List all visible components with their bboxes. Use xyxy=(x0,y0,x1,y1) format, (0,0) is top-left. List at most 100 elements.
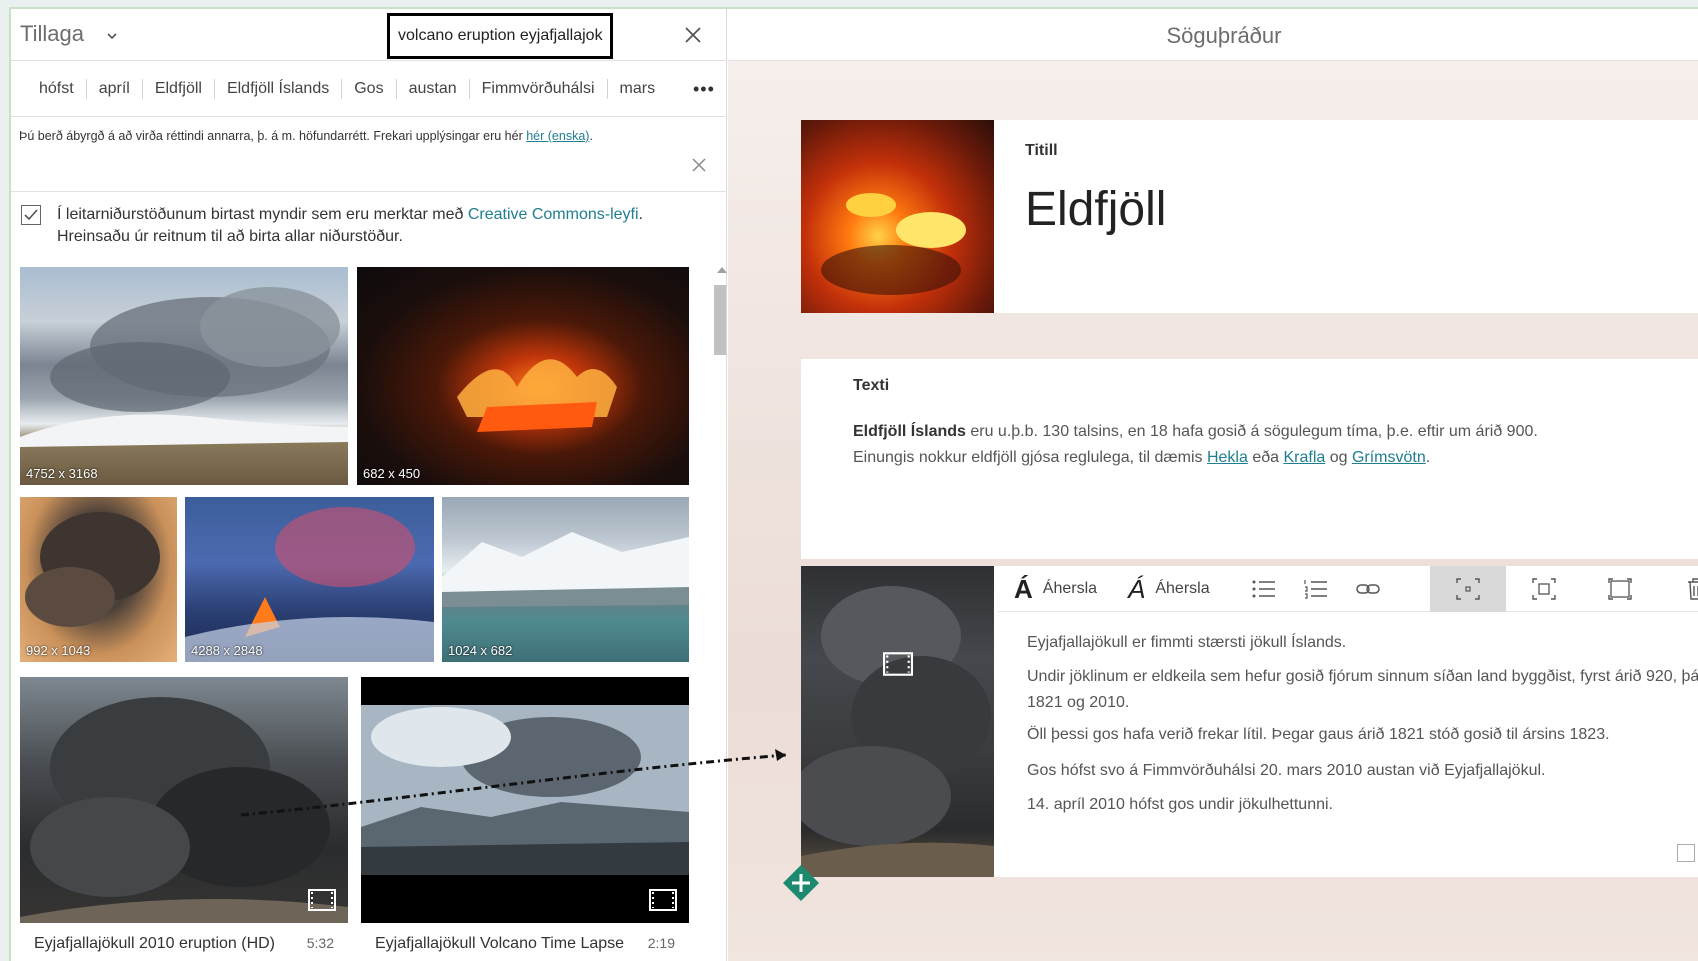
suggestion-header: Tillaga volcano eruption eyjafjallajok xyxy=(11,9,727,61)
video-caption: Eyjafjallajökull Volcano Time Lapse 2:19 xyxy=(361,923,689,961)
media-paragraph[interactable]: Öll þessi gos hafa verið frekar lítil. Þ… xyxy=(1027,722,1698,748)
emphasis-bold-button[interactable]: Á Áhersla xyxy=(1014,566,1097,612)
video-result[interactable]: Eyjafjallajökull Volcano Time Lapse 2:19 xyxy=(361,677,689,961)
image-dimensions: 1024 x 682 xyxy=(448,643,513,658)
focus-large-button[interactable] xyxy=(1582,566,1658,612)
text-line2: Einungis nokkur eldfjöll gjósa reglulega… xyxy=(853,449,1207,466)
tag-5[interactable]: austan xyxy=(397,79,470,99)
app-window: Tillaga volcano eruption eyjafjallajok h… xyxy=(9,7,1698,961)
link-grimsvotn[interactable]: Grímsvötn xyxy=(1352,449,1426,466)
storyline-header: Söguþráður xyxy=(728,9,1698,61)
video-icon xyxy=(649,889,677,911)
card-select-checkbox[interactable] xyxy=(1677,844,1695,862)
checkmark-icon xyxy=(24,209,38,221)
tag-0[interactable]: hófst xyxy=(19,79,87,99)
scrollbar-thumb[interactable] xyxy=(714,285,726,355)
tag-4[interactable]: Gos xyxy=(342,79,397,99)
title-card-label: Titill xyxy=(1025,142,1058,159)
focus-large-icon xyxy=(1608,578,1632,600)
text-mid2: og xyxy=(1325,449,1352,466)
storyline-title: Söguþráður xyxy=(1166,23,1282,48)
media-paragraph[interactable]: Eyjafjallajökull er fimmti stærsti jökul… xyxy=(1027,630,1698,656)
scrollbar[interactable] xyxy=(713,264,727,961)
image-dimensions: 992 x 1043 xyxy=(26,643,91,658)
focus-medium-button[interactable] xyxy=(1506,566,1582,612)
scroll-up-icon[interactable] xyxy=(717,267,727,273)
tag-6[interactable]: Fimmvörðuhálsi xyxy=(470,79,608,99)
tag-1[interactable]: apríl xyxy=(87,79,143,99)
video-title: Eyjafjallajökull Volcano Time Lapse xyxy=(375,935,625,952)
media-paragraph[interactable]: Gos hófst svo á Fimmvörðuhálsi 20. mars … xyxy=(1027,758,1698,784)
numbered-list-icon xyxy=(1304,580,1327,599)
media-card-image[interactable] xyxy=(791,566,994,877)
search-input[interactable]: volcano eruption eyjafjallajok xyxy=(387,13,613,59)
cc-text-1: Í leitarniðurstöðunum birtast myndir sem… xyxy=(57,206,468,223)
rights-notice: Þú berð ábyrgð á að virða réttindi annar… xyxy=(19,129,593,143)
chevron-down-icon[interactable] xyxy=(107,31,117,41)
text-mid1: eða xyxy=(1247,449,1284,466)
image-result[interactable]: 992 x 1043 xyxy=(20,497,177,662)
link-hekla[interactable]: Hekla xyxy=(1207,449,1248,466)
focus-small-icon xyxy=(1456,578,1480,600)
creative-commons-text: Í leitarniðurstöðunum birtast myndir sem… xyxy=(57,204,657,248)
bullet-list-button[interactable] xyxy=(1244,566,1284,612)
emphasis-italic-button[interactable]: Á Áhersla xyxy=(1128,566,1210,612)
numbered-list-button[interactable] xyxy=(1296,566,1336,612)
tag-list: hófst apríl Eldfjöll Eldfjöll Íslands Gos aus… xyxy=(19,79,667,99)
creative-commons-checkbox[interactable] xyxy=(21,205,41,225)
bullet-list-icon xyxy=(1252,580,1275,598)
add-card-button[interactable] xyxy=(782,864,820,902)
media-paragraph[interactable]: Undir jöklinum er eldkeila sem hefur gos… xyxy=(1027,664,1698,716)
image-result[interactable]: 4288 x 2848 xyxy=(185,497,434,662)
focus-small-button[interactable] xyxy=(1430,566,1506,612)
video-duration: 2:19 xyxy=(647,935,675,951)
emphasis-italic-glyph: Á xyxy=(1128,573,1146,604)
text-card-label: Texti xyxy=(853,377,890,394)
video-title: Eyjafjallajökull 2010 eruption (HD) xyxy=(34,935,276,952)
image-result[interactable]: 1024 x 682 xyxy=(442,497,689,662)
video-icon xyxy=(883,652,913,676)
notice-text: Þú berð ábyrgð á að virða réttindi annar… xyxy=(19,129,527,143)
link-button[interactable] xyxy=(1348,566,1388,612)
emphasis-bold-glyph: Á xyxy=(1014,573,1033,604)
video-duration: 5:32 xyxy=(306,935,334,951)
tag-bar: hófst apríl Eldfjöll Eldfjöll Íslands Gos aus… xyxy=(11,61,727,117)
emphasis-label: Áhersla xyxy=(1155,580,1210,597)
cc-link[interactable]: Creative Commons-leyfi xyxy=(468,206,639,223)
image-result[interactable]: 682 x 450 xyxy=(357,267,689,485)
suggestion-title[interactable]: Tillaga xyxy=(20,21,84,47)
emphasis-label: Áhersla xyxy=(1042,580,1098,597)
text-card-body[interactable]: Eldfjöll Íslands eru u.þ.b. 130 talsins,… xyxy=(853,419,1698,471)
title-card-image[interactable] xyxy=(801,120,994,313)
tag-3[interactable]: Eldfjöll Íslands xyxy=(215,79,343,99)
video-icon xyxy=(308,889,336,911)
text-bold: Eldfjöll Íslands xyxy=(853,423,966,440)
text-card[interactable]: Texti Eldfjöll Íslands eru u.þ.b. 130 ta… xyxy=(801,359,1698,559)
text-end: . xyxy=(1425,449,1431,466)
tag-2[interactable]: Eldfjöll xyxy=(143,79,215,99)
tag-7[interactable]: mars xyxy=(608,79,668,99)
link-icon xyxy=(1356,584,1380,594)
image-result[interactable]: 4752 x 3168 xyxy=(20,267,348,485)
image-dimensions: 4752 x 3168 xyxy=(26,466,98,481)
more-tags-button[interactable]: ••• xyxy=(693,80,715,98)
media-card[interactable]: Á Áhersla Á Áhersla Eyjafjallajökull er … xyxy=(791,566,1698,877)
link-krafla[interactable]: Krafla xyxy=(1283,449,1325,466)
text-line1: eru u.þ.b. 130 talsins, en 18 hafa gosið… xyxy=(965,423,1538,440)
notice-end: . xyxy=(589,129,593,143)
media-paragraph[interactable]: 14. apríl 2010 hófst gos undir jökulhett… xyxy=(1027,792,1698,818)
title-heading[interactable]: Eldfjöll xyxy=(1025,182,1166,237)
storyline-pane: Söguþráður Titill Eldfjöll Texti Eldfjöl… xyxy=(728,9,1698,961)
image-dimensions: 4288 x 2848 xyxy=(191,643,263,658)
suggestion-pane: Tillaga volcano eruption eyjafjallajok h… xyxy=(11,9,727,961)
title-card[interactable]: Titill Eldfjöll xyxy=(801,120,1698,313)
image-dimensions: 682 x 450 xyxy=(363,466,421,481)
delete-button[interactable] xyxy=(1658,566,1698,612)
video-caption: Eyjafjallajökull 2010 eruption (HD) 5:32 xyxy=(20,923,348,961)
video-result[interactable]: Eyjafjallajökull 2010 eruption (HD) 5:32 xyxy=(20,677,348,961)
notice-link[interactable]: hér (enska) xyxy=(526,129,589,143)
divider xyxy=(11,191,727,192)
notice-close-icon[interactable] xyxy=(691,157,707,173)
trash-icon xyxy=(1688,578,1698,600)
close-icon[interactable] xyxy=(683,25,703,45)
